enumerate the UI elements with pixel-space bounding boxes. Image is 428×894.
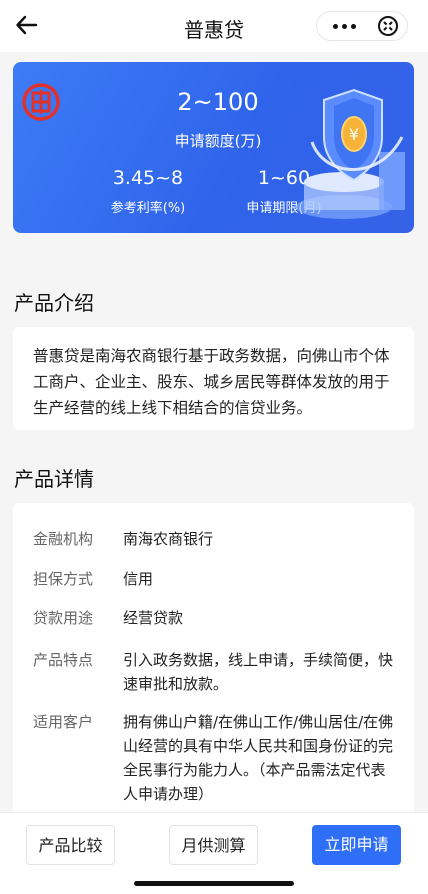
intro-section-title: 产品介绍	[14, 291, 94, 315]
bank-logo-icon	[21, 82, 61, 122]
detail-key: 贷款用途	[33, 609, 94, 627]
detail-value: 拥有佛山户籍/在佛山工作/佛山居住/在佛山经营的具有中华人民共和国身份证的完全民…	[123, 713, 394, 803]
detail-value: 经营贷款	[123, 609, 184, 627]
more-dots-icon[interactable]	[329, 12, 359, 40]
close-circle-icon[interactable]	[377, 15, 399, 37]
detail-key: 适用客户	[33, 713, 94, 731]
top-nav-bar: 普惠贷	[0, 0, 428, 52]
shield-coin-illustration: ¥	[284, 82, 414, 232]
intro-description: 普惠贷是南海农商银行基于政务数据，向佛山市个体工商户、企业主、股东、城乡居民等群…	[33, 347, 390, 417]
detail-value: 信用	[123, 570, 154, 588]
detail-key: 金融机构	[33, 530, 94, 548]
detail-value: 南海农商银行	[123, 530, 214, 548]
loan-amount: 2~100	[177, 88, 259, 116]
loan-summary-banner: 2~100 申请额度(万) 3.45~8 参考利率(%) 1~60 申请期限(月…	[13, 62, 414, 233]
loan-amount-label: 申请额度(万)	[174, 132, 262, 150]
compare-products-button[interactable]: 产品比较	[26, 825, 115, 865]
bottom-action-bar: 产品比较 月供测算 立即申请	[0, 812, 428, 894]
mini-program-capsule	[316, 11, 408, 41]
monthly-payment-calculator-button[interactable]: 月供测算	[169, 825, 258, 865]
svg-text:¥: ¥	[349, 125, 359, 144]
interest-rate-label: 参考利率(%)	[110, 201, 186, 216]
detail-value: 引入政务数据，线上申请，手续简便，快速审批和放款。	[123, 651, 394, 693]
home-indicator	[134, 881, 294, 886]
details-section-title: 产品详情	[14, 467, 94, 491]
apply-now-button[interactable]: 立即申请	[312, 825, 401, 865]
intro-card: 普惠贷是南海农商银行基于政务数据，向佛山市个体工商户、企业主、股东、城乡居民等群…	[13, 327, 414, 430]
interest-rate: 3.45~8	[112, 167, 184, 189]
detail-key: 担保方式	[33, 570, 94, 588]
details-card: 金融机构 南海农商银行 担保方式 信用 贷款用途 经营贷款 产品特点 引入政务数…	[13, 503, 414, 823]
detail-key: 产品特点	[33, 651, 94, 669]
